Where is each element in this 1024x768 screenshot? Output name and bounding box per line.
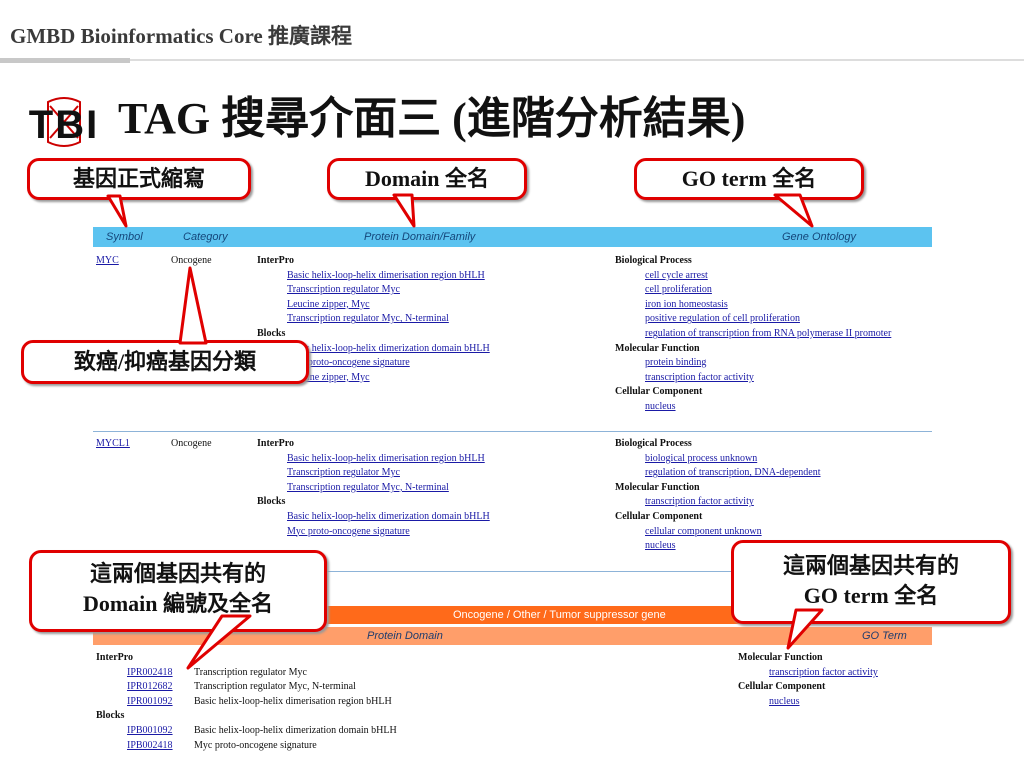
molecular-function-label: Molecular Function xyxy=(738,652,823,663)
domain-name: Transcription regulator Myc, N-terminal xyxy=(194,681,356,693)
interpro-label: InterPro xyxy=(257,255,295,266)
callout-category: 致癌/抑癌基因分類 xyxy=(21,340,309,384)
go-link[interactable]: transcription factor activity xyxy=(645,372,754,383)
interpro-label: InterPro xyxy=(257,438,295,449)
pointer-symbol xyxy=(106,194,128,228)
domain-link[interactable]: Transcription regulator Myc xyxy=(287,467,400,478)
domain-name: Basic helix-loop-helix dimerization doma… xyxy=(194,724,397,736)
domain-id-link[interactable]: IPR002418 xyxy=(127,666,194,681)
gene-category: Oncogene xyxy=(171,255,212,266)
shared-domain-row: IPB002418 Myc proto-oncogene signature xyxy=(127,739,397,754)
go-link[interactable]: cell proliferation xyxy=(645,284,712,295)
callout-shared-go: 這兩個基因共有的 GO term 全名 xyxy=(731,540,1011,624)
domain-link[interactable]: Basic helix-loop-helix dimerization doma… xyxy=(287,343,490,354)
page-title: TAG 搜尋介面三 (進階分析結果) xyxy=(118,94,746,143)
domain-name: Myc proto-oncogene signature xyxy=(194,739,317,751)
shared-domain-list: InterPro IPR002418 Transcription regulato… xyxy=(96,651,397,753)
gene-category: Oncogene xyxy=(171,438,212,449)
go-link[interactable]: positive regulation of cell proliferatio… xyxy=(645,313,800,324)
blocks-label: Blocks xyxy=(257,496,286,508)
go-list: Biological Process cell cycle arrest cel… xyxy=(615,254,891,415)
col-symbol: Symbol xyxy=(106,231,143,243)
shared-domain-row: IPB001092 Basic helix-loop-helix dimeriza… xyxy=(127,724,397,739)
col-category: Category xyxy=(183,231,228,243)
domain-link[interactable]: Basic helix-loop-helix dimerisation regi… xyxy=(287,453,485,464)
header-divider xyxy=(0,58,130,63)
shared-go-list: Molecular Function transcription factor … xyxy=(738,651,878,709)
domain-id-link[interactable]: IPB001092 xyxy=(127,724,194,739)
callout-domain: Domain 全名 xyxy=(327,158,527,200)
cellular-component-label: Cellular Component xyxy=(738,681,826,693)
callout-line: GO term 全名 xyxy=(803,583,939,608)
domain-link[interactable]: Transcription regulator Myc, N-terminal xyxy=(287,482,449,493)
shared-domain-row: IPR001092 Basic helix-loop-helix dimerisa… xyxy=(127,695,397,710)
domain-name: Transcription regulator Myc xyxy=(194,666,307,678)
row-divider xyxy=(93,431,932,432)
col-protein-domain: Protein Domain/Family xyxy=(364,231,476,243)
shared-domain-row: IPR002418 Transcription regulator Myc xyxy=(127,666,397,681)
logo-text: TBI xyxy=(29,103,99,147)
go-link[interactable]: nucleus xyxy=(645,401,676,412)
blocks-label: Blocks xyxy=(96,710,125,722)
domain-name: Basic helix-loop-helix dimerisation regi… xyxy=(194,695,392,707)
callout-symbol: 基因正式縮寫 xyxy=(27,158,251,200)
domain-link[interactable]: Transcription regulator Myc, N-terminal xyxy=(287,313,449,324)
domain-link[interactable]: Basic helix-loop-helix dimerisation regi… xyxy=(287,270,485,281)
results-table-header: Symbol Category Protein Domain/Family Ge… xyxy=(93,227,932,247)
biological-process-label: Biological Process xyxy=(615,255,692,266)
cellular-component-label: Cellular Component xyxy=(615,510,703,522)
col-gene-ontology: Gene Ontology xyxy=(782,231,856,243)
cellular-component-label: Cellular Component xyxy=(615,386,703,398)
domain-id-link[interactable]: IPB002418 xyxy=(127,739,194,754)
shared-domain-row: IPR012682 Transcription regulator Myc, N-… xyxy=(127,680,397,695)
go-link[interactable]: transcription factor activity xyxy=(769,667,878,678)
go-link[interactable]: nucleus xyxy=(645,540,676,551)
callout-line: 這兩個基因共有的 xyxy=(89,561,266,586)
domain-id-link[interactable]: IPR001092 xyxy=(127,695,194,710)
tbi-logo: TBI xyxy=(29,97,99,147)
col-shared-go-term: GO Term xyxy=(862,630,907,642)
go-link[interactable]: cell cycle arrest xyxy=(645,270,708,281)
slide-header: GMBD Bioinformatics Core 推廣課程 xyxy=(10,24,352,48)
gene-symbol-link: MYC xyxy=(96,255,119,266)
go-link[interactable]: biological process unknown xyxy=(645,453,757,464)
callout-line: Domain 編號及全名 xyxy=(82,591,274,616)
shared-band-title: Oncogene / Other / Tumor suppressor gene xyxy=(453,609,666,621)
callout-line: 這兩個基因共有的 xyxy=(782,553,959,578)
domain-link[interactable]: Leucine zipper, Myc xyxy=(287,299,370,310)
biological-process-label: Biological Process xyxy=(615,438,692,449)
molecular-function-label: Molecular Function xyxy=(615,342,700,354)
domain-link[interactable]: Myc proto-oncogene signature xyxy=(287,526,410,537)
domain-link[interactable]: Transcription regulator Myc xyxy=(287,284,400,295)
callout-go: GO term 全名 xyxy=(634,158,864,200)
pointer-category xyxy=(178,266,208,345)
domain-list: InterPro Basic helix-loop-helix dimerisa… xyxy=(257,437,490,539)
domain-id-link[interactable]: IPR012682 xyxy=(127,680,194,695)
go-link[interactable]: regulation of transcription from RNA pol… xyxy=(645,328,891,339)
col-shared-protein-domain: Protein Domain xyxy=(367,630,443,642)
go-link[interactable]: transcription factor activity xyxy=(645,496,754,507)
molecular-function-label: Molecular Function xyxy=(615,481,700,493)
go-link[interactable]: nucleus xyxy=(769,696,800,707)
callout-shared-domain: 這兩個基因共有的 Domain 編號及全名 xyxy=(29,550,327,632)
go-link[interactable]: iron ion homeostasis xyxy=(645,299,728,310)
interpro-label: InterPro xyxy=(96,652,134,663)
header-divider-line xyxy=(130,59,1024,61)
go-link[interactable]: cellular component unknown xyxy=(645,526,762,537)
domain-link[interactable]: Basic helix-loop-helix dimerization doma… xyxy=(287,511,490,522)
go-link[interactable]: regulation of transcription, DNA-depende… xyxy=(645,467,821,478)
go-link[interactable]: protein binding xyxy=(645,357,706,368)
gene-symbol-link: MYCL1 xyxy=(96,438,130,449)
go-list: Biological Process biological process un… xyxy=(615,437,821,554)
